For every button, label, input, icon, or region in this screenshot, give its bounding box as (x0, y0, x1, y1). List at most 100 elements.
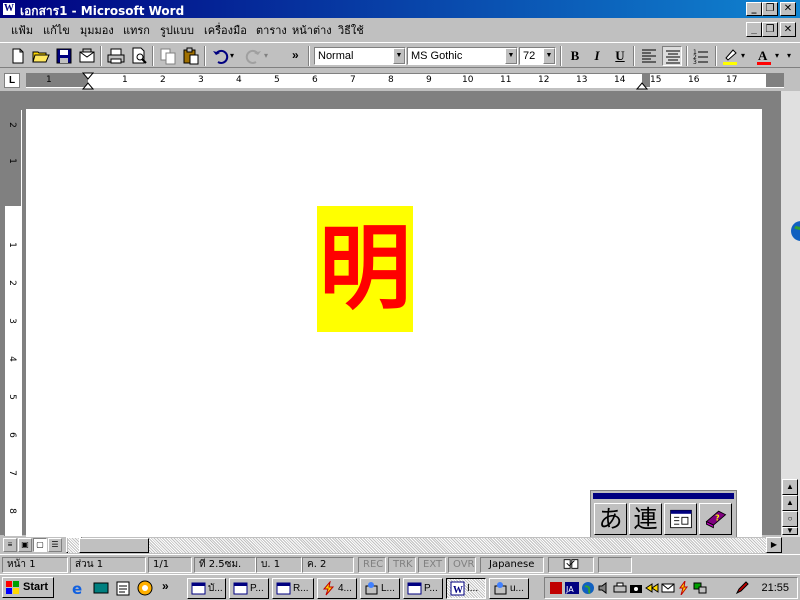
open-folder-icon[interactable] (31, 46, 51, 66)
doc-restore-button[interactable]: ❐ (762, 22, 778, 37)
minimize-button[interactable]: _ (746, 2, 762, 16)
scroll-right-icon[interactable]: ▶ (766, 537, 782, 553)
menu-window[interactable]: หน้าต่าง (289, 22, 335, 39)
spelling-status-icon[interactable] (548, 557, 594, 573)
menu-table[interactable]: ตาราง (253, 22, 290, 39)
menu-file[interactable]: แฟ้ม (8, 22, 36, 39)
pen-icon[interactable] (735, 581, 749, 595)
lightning-tray-icon[interactable] (677, 581, 691, 595)
previous-page-icon[interactable]: ▲ (782, 495, 798, 511)
numbered-list-icon[interactable]: 123 (691, 46, 711, 66)
horizontal-scroll-track[interactable] (68, 538, 768, 553)
outline-view-icon[interactable]: ☰ (48, 538, 62, 552)
document-text[interactable]: 明 (317, 206, 413, 332)
camera-icon[interactable] (629, 581, 643, 595)
media-rewind-icon[interactable] (645, 581, 659, 595)
taskbar-button[interactable]: 4... (317, 578, 357, 599)
menu-insert[interactable]: แทรก (120, 22, 153, 39)
volume-icon[interactable] (597, 581, 611, 595)
horizontal-scroll-thumb[interactable] (79, 538, 149, 553)
align-center-icon[interactable] (662, 46, 682, 66)
paste-icon[interactable] (181, 46, 201, 66)
doc-close-button[interactable]: ✕ (780, 22, 796, 37)
more-buttons-icon[interactable]: » (292, 46, 304, 66)
font-color-icon[interactable]: A (754, 46, 774, 66)
more-quicklaunch-icon[interactable]: » (162, 579, 180, 597)
horizontal-ruler[interactable]: 1 1 2 3 4 5 6 7 8 9 10 11 12 13 14 15 16… (26, 72, 784, 90)
ime-help-icon[interactable]: ? (699, 503, 732, 535)
status-trk[interactable]: TRK (388, 557, 416, 573)
chevron-down-icon[interactable]: ▼ (393, 48, 405, 64)
next-page-icon[interactable]: ▼ (782, 527, 798, 535)
font-size-select[interactable]: 72 ▼ (519, 47, 556, 65)
normal-view-icon[interactable]: ≡ (3, 538, 17, 552)
redo-dropdown-icon[interactable]: ▾ (264, 46, 274, 66)
menu-view[interactable]: มุมมอง (77, 22, 117, 39)
media-player-icon[interactable] (136, 579, 154, 597)
style-select[interactable]: Normal ▼ (314, 47, 406, 65)
email-icon[interactable] (77, 46, 97, 66)
network-tray-icon[interactable] (693, 581, 707, 595)
menu-edit[interactable]: แก้ไข (40, 22, 73, 39)
font-color-dropdown-icon[interactable]: ▾ (775, 46, 785, 66)
print-layout-icon[interactable]: ▢ (33, 538, 47, 552)
vertical-ruler[interactable]: 2 1 1 2 3 4 5 6 7 8 (4, 110, 22, 536)
clock[interactable]: 21:55 (761, 582, 789, 594)
notepad-icon[interactable] (114, 579, 132, 597)
chevron-down-icon[interactable]: ▼ (543, 48, 555, 64)
internet-explorer-icon[interactable]: e (70, 579, 88, 597)
web-layout-icon[interactable]: ▣ (18, 538, 32, 552)
language-indicator-icon[interactable]: JA (565, 581, 579, 595)
taskbar-button[interactable]: บั... (187, 578, 226, 599)
word-app-icon[interactable]: W (2, 2, 16, 16)
ime-pad-icon[interactable] (664, 503, 697, 535)
save-icon[interactable] (54, 46, 74, 66)
globe-icon[interactable] (581, 581, 595, 595)
menu-format[interactable]: รูปแบบ (157, 22, 197, 39)
status-ovr[interactable]: OVR (448, 557, 476, 573)
scroll-up-icon[interactable]: ▲ (782, 479, 798, 495)
printer-icon[interactable] (613, 581, 627, 595)
undo-dropdown-icon[interactable]: ▾ (230, 46, 240, 66)
menu-help[interactable]: วิธีใช้ (335, 22, 367, 39)
taskbar-button[interactable]: P... (403, 578, 443, 599)
tab-stop-selector[interactable]: L (4, 73, 20, 88)
title-bar[interactable]: W เอกสาร1 - Microsoft Word _ ❐ ✕ (0, 0, 800, 18)
align-left-icon[interactable] (639, 46, 659, 66)
ime-conversion-button[interactable]: 連 (629, 503, 662, 535)
print-icon[interactable] (106, 46, 126, 66)
new-document-icon[interactable] (8, 46, 28, 66)
vertical-scrollbar[interactable]: ▲ ▲ ○ ▼ (781, 91, 800, 537)
chevron-down-icon[interactable]: ▼ (505, 48, 517, 64)
font-select[interactable]: MS Gothic ▼ (407, 47, 518, 65)
copy-icon[interactable] (158, 46, 178, 66)
toolbar-options-icon[interactable]: ▾ (787, 46, 797, 66)
taskbar-button[interactable]: R... (272, 578, 314, 599)
underline-button[interactable]: U (610, 46, 630, 66)
taskbar-button-word[interactable]: W I... (446, 578, 486, 599)
bold-button[interactable]: B (565, 46, 585, 66)
status-ext[interactable]: EXT (418, 557, 446, 573)
highlight-dropdown-icon[interactable]: ▾ (741, 46, 751, 66)
email-tray-icon[interactable] (661, 581, 675, 595)
menu-tools[interactable]: เครื่องมือ (201, 22, 250, 39)
right-indent-marker-icon[interactable] (636, 78, 648, 90)
status-language[interactable]: Japanese (480, 557, 544, 573)
start-button[interactable]: Start (2, 577, 54, 598)
status-rec[interactable]: REC (358, 557, 386, 573)
browse-object-icon[interactable]: ○ (782, 511, 798, 527)
print-preview-icon[interactable] (129, 46, 149, 66)
doc-minimize-button[interactable]: _ (746, 22, 762, 37)
taskbar-button[interactable]: u... (489, 578, 529, 599)
ime-mode-button[interactable]: あ (594, 503, 627, 535)
show-desktop-icon[interactable] (92, 579, 110, 597)
indent-marker-icon[interactable] (82, 72, 94, 90)
taskbar-button[interactable]: L... (360, 578, 400, 599)
restore-button[interactable]: ❐ (762, 2, 778, 16)
ime-toolbar-handle[interactable] (593, 493, 734, 499)
redo-icon[interactable] (244, 46, 264, 66)
taskbar-button[interactable]: P... (229, 578, 269, 599)
highlight-icon[interactable] (720, 46, 740, 66)
italic-button[interactable]: I (587, 46, 607, 66)
tray-app-icon[interactable] (549, 581, 563, 595)
